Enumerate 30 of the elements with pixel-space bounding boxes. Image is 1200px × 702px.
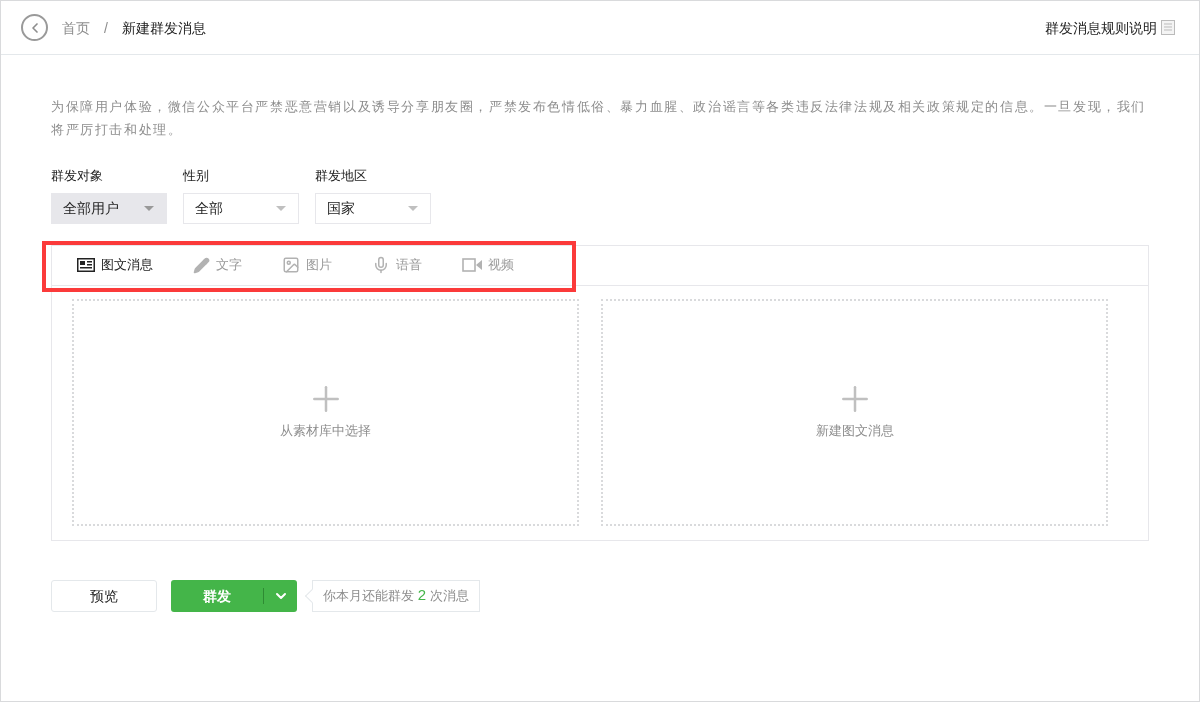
add-card[interactable]: 从素材库中选择 bbox=[72, 298, 579, 526]
back-button[interactable] bbox=[21, 14, 48, 41]
caret-icon bbox=[144, 205, 154, 211]
page-title: 新建群发消息 bbox=[121, 18, 206, 38]
send-button[interactable]: 群发 bbox=[171, 579, 263, 612]
dropdown[interactable]: 全部 bbox=[183, 192, 299, 224]
notice-text: 为保障用户体验，微信公众平台严禁恶意营销以及诱导分享朋友圈，严禁发布色情低俗、暴力血腥、政治谣言等各类违反法律法规及相关政策规定的信息。一旦发现，我们将严厉打击和处理。 bbox=[51, 98, 1147, 139]
quota-text: 你本月还能群发 2 次消息 bbox=[323, 585, 469, 606]
filter-label: 群发对象 bbox=[51, 167, 104, 185]
message-type-tab[interactable]: 文字 bbox=[193, 255, 242, 275]
video-camera-icon bbox=[462, 258, 482, 272]
microphone-icon bbox=[372, 256, 390, 274]
preview-button[interactable]: 预览 bbox=[51, 579, 157, 612]
message-type-tab[interactable]: 图片 bbox=[282, 255, 332, 275]
caret-icon bbox=[408, 205, 418, 211]
message-type-tab[interactable]: 语音 bbox=[372, 255, 422, 275]
dropdown[interactable]: 国家 bbox=[315, 192, 431, 224]
breadcrumb-separator: / bbox=[104, 18, 108, 38]
caret-icon bbox=[276, 205, 286, 211]
rules-link[interactable]: 群发消息规则说明 bbox=[1045, 17, 1175, 38]
filter-label: 群发地区 bbox=[315, 167, 368, 185]
news-icon bbox=[77, 258, 95, 272]
image-icon bbox=[282, 256, 300, 274]
filter-label: 性别 bbox=[183, 167, 210, 185]
add-card[interactable]: 新建图文消息 bbox=[601, 298, 1108, 526]
pencil-icon bbox=[193, 256, 210, 274]
document-icon bbox=[1161, 20, 1175, 35]
message-type-tab[interactable]: 图文消息 bbox=[77, 255, 153, 275]
message-type-tab[interactable]: 视频 bbox=[462, 255, 514, 275]
breadcrumb-link[interactable]: 首页 bbox=[62, 17, 90, 38]
